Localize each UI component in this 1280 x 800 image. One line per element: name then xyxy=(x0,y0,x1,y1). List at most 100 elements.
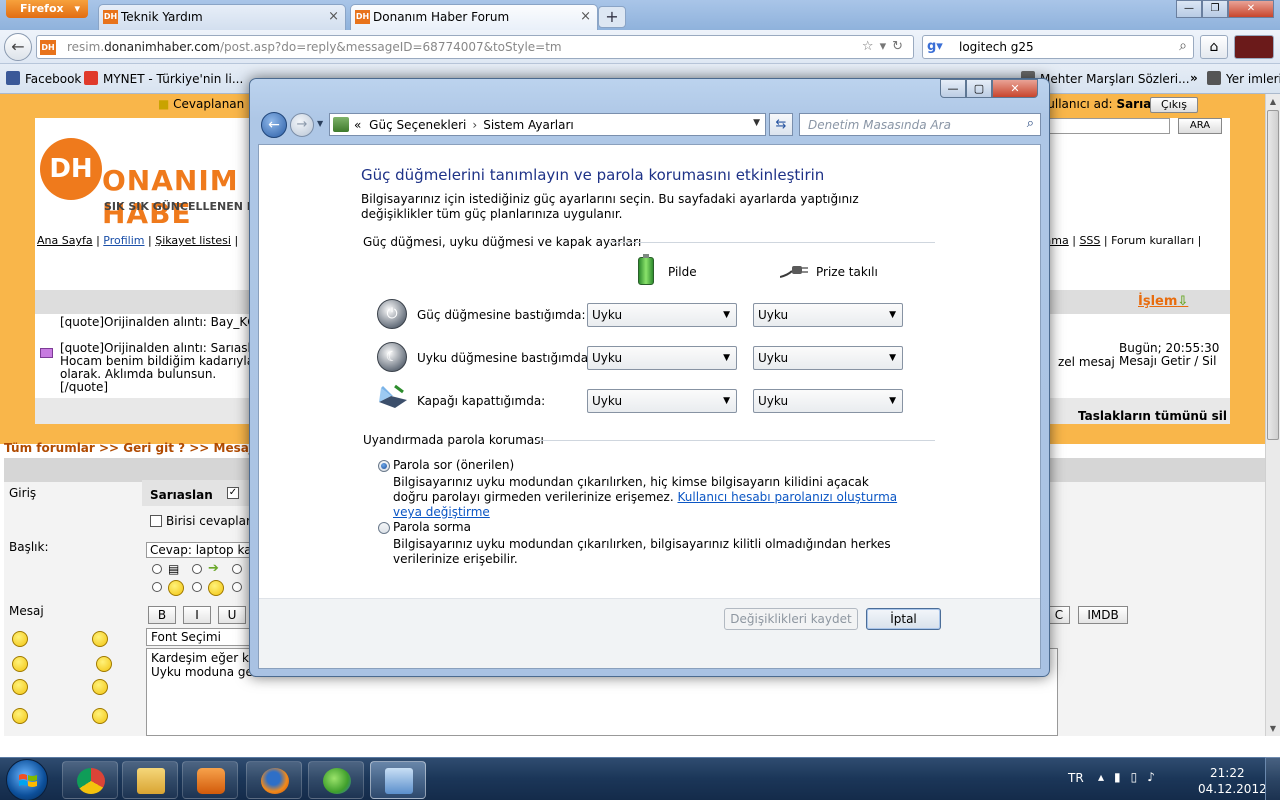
volume-icon[interactable]: ♪ xyxy=(1147,770,1165,784)
start-button[interactable] xyxy=(6,759,48,800)
address-bar[interactable]: « Güç Seçenekleri › Sistem Ayarları ▼ xyxy=(329,113,766,136)
smiley-icon[interactable] xyxy=(92,679,108,695)
minimize-button[interactable]: — xyxy=(940,79,966,98)
post-icon-radio[interactable] xyxy=(152,582,162,592)
post-icon-radio[interactable] xyxy=(232,564,242,574)
search-icon[interactable]: ⌕ xyxy=(1179,38,1187,54)
url-bar[interactable]: DH resim.donanimhaber.com/post.asp?do=re… xyxy=(36,35,914,59)
nav-home[interactable]: Ana Sayfa xyxy=(37,234,93,247)
home-icon[interactable]: ⌂ xyxy=(1200,35,1228,59)
clock-date[interactable]: 04.12.2012 xyxy=(1198,782,1267,796)
search-bar[interactable]: g▾ logitech g25 ⌕ xyxy=(922,35,1194,59)
forward-arrow-icon[interactable]: → xyxy=(290,113,314,137)
other-bookmarks[interactable]: Yer imleri xyxy=(1207,71,1280,86)
breadcrumb-separator-icon[interactable]: › xyxy=(466,118,483,132)
scroll-up-icon[interactable]: ▲ xyxy=(1266,94,1280,109)
bookmark-facebook[interactable]: Facebook xyxy=(6,71,81,86)
browser-restore-button[interactable]: ❐ xyxy=(1202,0,1228,18)
close-tab-icon[interactable]: × xyxy=(580,5,591,29)
require-password-label[interactable]: Parola sor (önerilen) xyxy=(393,458,514,472)
breadcrumb-power-options[interactable]: Güç Seçenekleri xyxy=(365,118,466,132)
draft-action-link[interactable]: Mesajı Getir / Sil xyxy=(1119,355,1219,368)
show-hidden-icons-icon[interactable]: ▴ xyxy=(1098,770,1114,784)
nav-complaints[interactable]: Şikayet listesi xyxy=(155,234,231,247)
address-dropdown-icon[interactable]: ▼ xyxy=(753,118,760,128)
breadcrumb-system-settings[interactable]: Sistem Ayarları xyxy=(483,118,574,132)
back-button[interactable]: ← xyxy=(4,33,32,61)
network-icon[interactable]: ▮ xyxy=(1114,770,1131,784)
forum-breadcrumb[interactable]: Tüm forumlar >> Geri git ? >> Mesaja xyxy=(4,441,261,455)
bookmark-mynet[interactable]: MYNET - Türkiye'nin li... xyxy=(84,71,243,86)
imdb-button[interactable]: IMDB xyxy=(1078,606,1128,624)
media-player-taskbar-button[interactable] xyxy=(182,761,238,799)
save-changes-button[interactable]: Değişiklikleri kaydet xyxy=(724,608,858,630)
lid-close-plugged-select[interactable]: Uyku ▼ xyxy=(753,389,903,413)
font-select[interactable]: Font Seçimi xyxy=(146,628,254,646)
subject-input[interactable]: Cevap: laptop ka xyxy=(146,542,254,558)
maximize-button[interactable]: ▢ xyxy=(966,79,992,98)
delete-all-drafts-link[interactable]: Taslakların tümünü sil xyxy=(1078,409,1227,423)
no-password-label[interactable]: Parola sorma xyxy=(393,520,471,534)
nav-rules[interactable]: Forum kuralları xyxy=(1111,234,1194,247)
c-format-button[interactable]: C xyxy=(1048,606,1070,624)
bold-button[interactable]: B xyxy=(148,606,176,624)
search-icon[interactable]: ⌕ xyxy=(1027,116,1034,131)
site-logo[interactable]: DH ONANIM HABE SIK SIK GÜNCELLENEN HABER… xyxy=(40,138,301,230)
login-checkbox[interactable]: ✓ xyxy=(227,487,239,499)
tab-teknik-yardim[interactable]: DH Teknik Yardım × xyxy=(98,4,346,30)
addon-icon[interactable] xyxy=(1234,35,1274,59)
show-desktop-button[interactable] xyxy=(1265,757,1280,800)
refresh-icon[interactable]: ⇆ xyxy=(769,113,793,136)
post-icon-radio[interactable] xyxy=(192,582,202,592)
browser-minimize-button[interactable]: — xyxy=(1176,0,1202,18)
nav-profile[interactable]: Profilim xyxy=(103,234,144,247)
smiley-icon[interactable] xyxy=(92,708,108,724)
close-button[interactable]: ✕ xyxy=(992,79,1038,98)
bookmarks-overflow-button[interactable]: » xyxy=(1190,71,1198,85)
smiley-icon[interactable] xyxy=(12,679,28,695)
top-link[interactable]: ■ Cevaplanan xyxy=(158,97,244,111)
tab-donanim-haber-forum[interactable]: DH Donanım Haber Forum × xyxy=(350,4,598,30)
notify-checkbox-row[interactable]: Birisi cevaplarsa xyxy=(150,514,265,528)
action-link[interactable]: İşlem⇩ xyxy=(1138,294,1188,309)
new-tab-button[interactable]: + xyxy=(598,6,626,28)
cancel-button[interactable]: İptal xyxy=(866,608,941,630)
post-icon-radio[interactable] xyxy=(192,564,202,574)
power-button-plugged-select[interactable]: Uyku ▼ xyxy=(753,303,903,327)
breadcrumb-overflow[interactable]: « xyxy=(354,118,361,132)
page-scrollbar[interactable]: ▲ ▼ xyxy=(1265,94,1280,736)
control-panel-search[interactable]: Denetim Masasında Ara ⌕ xyxy=(799,113,1041,136)
sleep-button-plugged-select[interactable]: Uyku ▼ xyxy=(753,346,903,370)
firefox-menu-button[interactable]: Firefox ▾ xyxy=(6,0,88,18)
star-icon[interactable]: ☆▾↻ xyxy=(862,39,909,54)
chrome-taskbar-button[interactable] xyxy=(62,761,118,799)
scrollbar-thumb[interactable] xyxy=(1267,110,1279,440)
smiley-icon[interactable] xyxy=(92,631,108,647)
post-icon-radio[interactable] xyxy=(232,582,242,592)
language-indicator[interactable]: TR xyxy=(1068,771,1084,785)
firefox-taskbar-button[interactable] xyxy=(246,761,302,799)
history-dropdown-icon[interactable]: ▼ xyxy=(317,119,323,128)
control-panel-taskbar-button[interactable] xyxy=(370,761,426,799)
smiley-icon[interactable] xyxy=(96,656,112,672)
clock-time[interactable]: 21:22 xyxy=(1210,766,1245,780)
logout-button[interactable]: Çıkış xyxy=(1150,97,1198,113)
forum-search-input[interactable] xyxy=(1040,118,1170,134)
smiley-icon[interactable] xyxy=(12,708,28,724)
no-password-radio[interactable] xyxy=(378,522,390,534)
power-icon[interactable]: ▯ xyxy=(1131,770,1148,784)
google-icon[interactable]: g▾ xyxy=(927,39,943,55)
post-icon-picker[interactable]: ▤ ➔ xyxy=(150,561,250,598)
lid-close-battery-select[interactable]: Uyku ▼ xyxy=(587,389,737,413)
smiley-icon[interactable] xyxy=(12,656,28,672)
close-tab-icon[interactable]: × xyxy=(328,5,339,29)
messenger-taskbar-button[interactable] xyxy=(308,761,364,799)
power-button-battery-select[interactable]: Uyku ▼ xyxy=(587,303,737,327)
browser-close-button[interactable]: ✕ xyxy=(1228,0,1274,18)
forum-search-button[interactable]: ARA xyxy=(1178,118,1222,134)
underline-button[interactable]: U xyxy=(218,606,246,624)
search-input[interactable]: logitech g25 xyxy=(959,40,1034,54)
explorer-taskbar-button[interactable] xyxy=(122,761,178,799)
smiley-icon[interactable] xyxy=(12,631,28,647)
post-icon-radio[interactable] xyxy=(152,564,162,574)
